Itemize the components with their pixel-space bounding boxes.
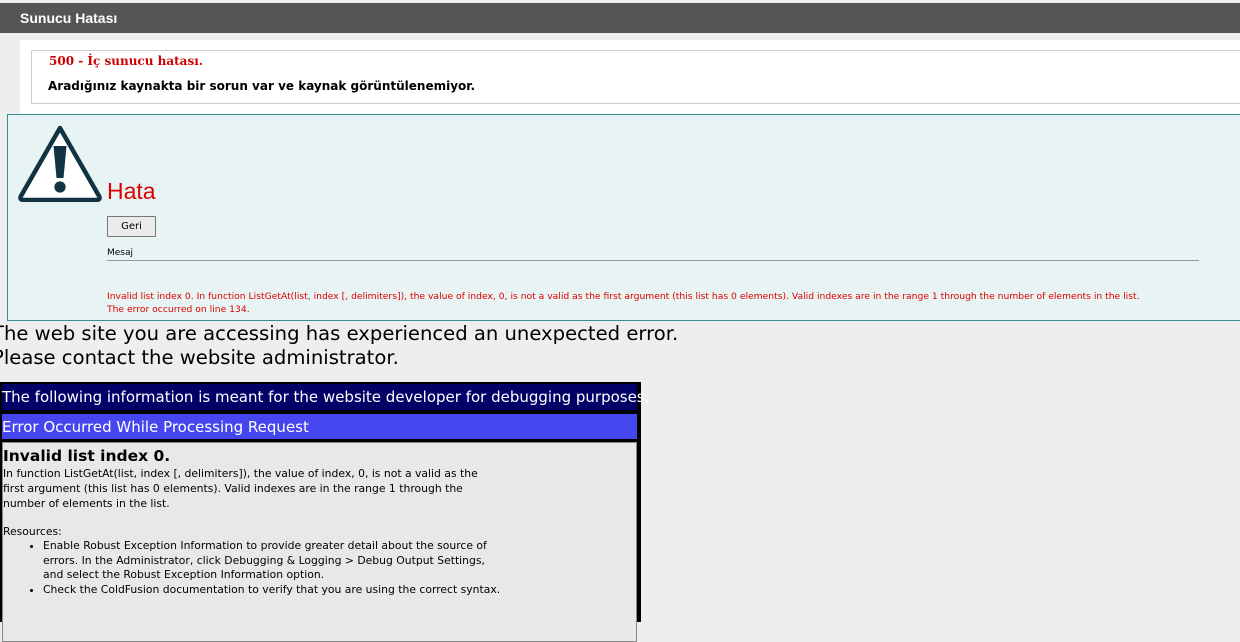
top-bar: Sunucu Hatası (0, 3, 1240, 33)
debug-info-table: The following information is meant for t… (0, 382, 649, 642)
detail-line-1: In function ListGetAt(list, index [, del… (3, 467, 478, 480)
notice-line-2: Please contact the website administrator… (0, 346, 399, 369)
message-divider (107, 260, 1199, 261)
resources-label: Resources: (3, 525, 62, 538)
list-item: Enable Robust Exception Information to p… (43, 539, 636, 583)
resource-1-line-1: Enable Robust Exception Information to p… (43, 539, 487, 552)
debug-error-detail: In function ListGetAt(list, index [, del… (3, 466, 636, 511)
iis-error-box: 500 - İç sunucu hatası. Aradığınız kayna… (31, 50, 1240, 104)
resource-1-line-3: and select the Robust Exception Informat… (43, 568, 325, 581)
iis-error-message: Aradığınız kaynakta bir sorun var ve kay… (48, 79, 476, 93)
unexpected-error-notice: The web site you are accessing has exper… (0, 322, 678, 370)
error-message-line: Invalid list index 0. In function ListGe… (107, 291, 1140, 302)
list-item: Check the ColdFusion documentation to ve… (43, 583, 636, 598)
message-label: Mesaj (107, 248, 134, 258)
error-message: Invalid list index 0. In function ListGe… (107, 290, 1232, 316)
detail-line-3: number of elements in the list. (3, 497, 170, 510)
detail-line-2: first argument (this list has 0 elements… (3, 482, 463, 495)
iis-error-title: 500 - İç sunucu hatası. (49, 54, 203, 68)
error-location-line: The error occurred on line 134. (107, 304, 250, 315)
warning-icon (18, 125, 102, 202)
back-button[interactable]: Geri (107, 216, 156, 237)
resource-2-line-1: Check the ColdFusion documentation to ve… (43, 582, 501, 596)
coldfusion-error-panel: Hata Geri Mesaj Invalid list index 0. In… (7, 114, 1240, 321)
error-heading: Hata (107, 178, 156, 204)
debug-details: Invalid list index 0. In function ListGe… (2, 442, 637, 642)
resource-1-line-2: errors. In the Administrator, click Debu… (43, 553, 485, 567)
notice-line-1: The web site you are accessing has exper… (0, 322, 679, 345)
top-bar-title: Sunucu Hatası (20, 10, 118, 26)
debug-error-title: Invalid list index 0. (3, 447, 171, 465)
debug-header: The following information is meant for t… (2, 384, 649, 410)
resources-list: Enable Robust Exception Information to p… (3, 539, 636, 597)
debug-subheader: Error Occurred While Processing Request (2, 414, 637, 439)
